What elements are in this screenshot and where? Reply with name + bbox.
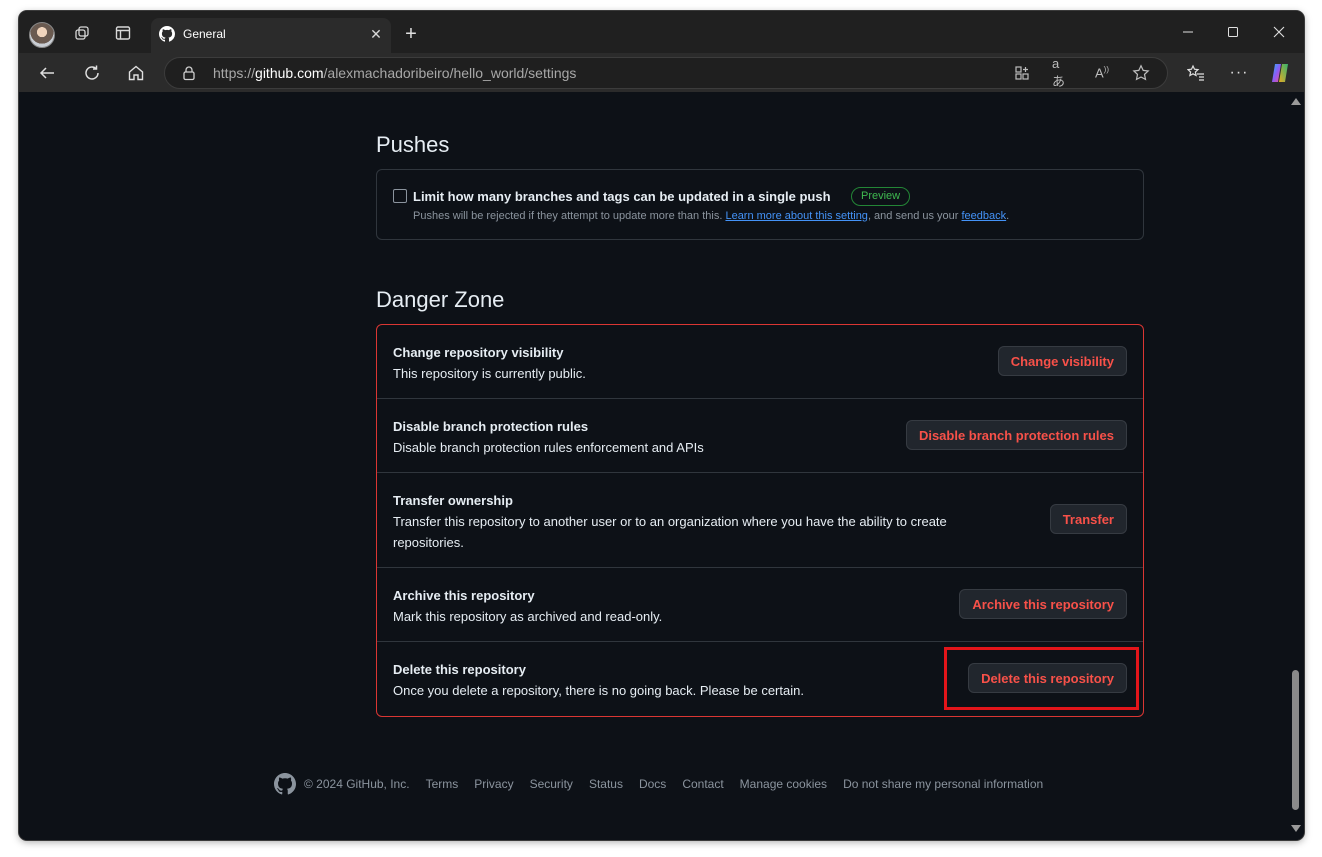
- footer-link-docs[interactable]: Docs: [639, 777, 666, 791]
- scroll-up-icon[interactable]: [1291, 98, 1301, 105]
- archive-repository-button[interactable]: Archive this repository: [959, 589, 1127, 619]
- minimize-icon[interactable]: [1174, 21, 1202, 43]
- maximize-icon[interactable]: [1219, 21, 1247, 43]
- vertical-tabs-icon[interactable]: [112, 22, 134, 44]
- danger-row-title: Archive this repository: [393, 588, 535, 603]
- learn-more-link[interactable]: Learn more about this setting: [725, 210, 867, 222]
- scroll-down-icon[interactable]: [1291, 825, 1301, 832]
- browser-toolbar: https://github.com/alexmachadoribeiro/he…: [19, 53, 1304, 92]
- lock-icon[interactable]: [181, 65, 197, 81]
- danger-row-title: Delete this repository: [393, 662, 526, 677]
- browser-window: General ✕ + https://github.com/alexmacha…: [19, 11, 1304, 840]
- danger-row-visibility: Change repository visibility This reposi…: [377, 325, 1143, 398]
- footer-link-terms[interactable]: Terms: [426, 777, 459, 791]
- highlight-box: [944, 647, 1139, 710]
- profile-avatar[interactable]: [29, 22, 55, 48]
- danger-row-desc: Disable branch protection rules enforcem…: [393, 440, 704, 455]
- read-aloud-icon[interactable]: A)): [1092, 63, 1112, 83]
- danger-row-transfer: Transfer ownership Transfer this reposit…: [377, 472, 1143, 567]
- github-logo-icon[interactable]: [274, 773, 296, 795]
- favorite-star-icon[interactable]: [1131, 63, 1151, 83]
- feedback-link[interactable]: feedback: [962, 210, 1007, 222]
- address-bar[interactable]: https://github.com/alexmachadoribeiro/he…: [164, 56, 1168, 89]
- danger-zone-heading: Danger Zone: [376, 287, 505, 312]
- danger-row-archive: Archive this repository Mark this reposi…: [377, 567, 1143, 641]
- footer-link-manage-cookies[interactable]: Manage cookies: [740, 777, 827, 791]
- page-footer: © 2024 GitHub, Inc. Terms Privacy Securi…: [274, 771, 1059, 797]
- limit-pushes-checkbox[interactable]: [393, 189, 407, 203]
- danger-row-title: Disable branch protection rules: [393, 419, 589, 434]
- home-icon[interactable]: [124, 61, 148, 85]
- vertical-scrollbar[interactable]: [1287, 92, 1304, 840]
- transfer-button[interactable]: Transfer: [1049, 504, 1127, 534]
- footer-link-do-not-share[interactable]: Do not share my personal information: [843, 777, 1043, 791]
- new-tab-icon[interactable]: +: [401, 24, 421, 45]
- back-icon[interactable]: [35, 61, 59, 85]
- page-content: Pushes Limit how many branches and tags …: [19, 92, 1287, 840]
- danger-row-title: Change repository visibility: [393, 345, 564, 360]
- more-options-icon[interactable]: ···: [1227, 61, 1251, 85]
- pushes-heading: Pushes: [376, 132, 450, 157]
- tab-title: General: [183, 27, 226, 41]
- scrollbar-thumb[interactable]: [1292, 670, 1299, 810]
- workspaces-icon[interactable]: [71, 22, 93, 44]
- danger-row-desc: Once you delete a repository, there is n…: [393, 683, 804, 698]
- footer-copyright: © 2024 GitHub, Inc.: [304, 777, 410, 791]
- danger-row-desc: Transfer this repository to another user…: [393, 514, 947, 550]
- github-favicon-icon: [159, 26, 175, 42]
- danger-row-title: Transfer ownership: [393, 493, 513, 508]
- pushes-description: Pushes will be rejected if they attempt …: [413, 210, 1010, 222]
- footer-link-security[interactable]: Security: [530, 777, 573, 791]
- limit-pushes-label[interactable]: Limit how many branches and tags can be …: [413, 189, 831, 204]
- danger-row-desc: Mark this repository as archived and rea…: [393, 609, 663, 624]
- preview-badge: Preview: [851, 187, 911, 206]
- danger-row-branch-protection: Disable branch protection rules Disable …: [377, 398, 1143, 472]
- footer-link-privacy[interactable]: Privacy: [474, 777, 513, 791]
- disable-branch-protection-button[interactable]: Disable branch protection rules: [905, 420, 1127, 450]
- close-window-icon[interactable]: [1265, 21, 1293, 43]
- close-tab-icon[interactable]: ✕: [367, 25, 385, 43]
- pushes-settings-box: Limit how many branches and tags can be …: [376, 169, 1144, 240]
- footer-link-contact[interactable]: Contact: [682, 777, 723, 791]
- refresh-icon[interactable]: [80, 61, 104, 85]
- footer-link-status[interactable]: Status: [589, 777, 623, 791]
- favorites-icon[interactable]: [1184, 61, 1208, 85]
- app-available-icon[interactable]: [1012, 63, 1032, 83]
- tab-strip: General ✕ +: [19, 11, 1304, 53]
- url-text[interactable]: https://github.com/alexmachadoribeiro/he…: [213, 65, 576, 81]
- danger-row-desc: This repository is currently public.: [393, 366, 586, 381]
- change-visibility-button[interactable]: Change visibility: [997, 346, 1127, 376]
- copilot-icon[interactable]: [1268, 61, 1292, 85]
- tab-general[interactable]: General ✕: [151, 18, 391, 53]
- translate-icon[interactable]: aあ: [1052, 56, 1072, 89]
